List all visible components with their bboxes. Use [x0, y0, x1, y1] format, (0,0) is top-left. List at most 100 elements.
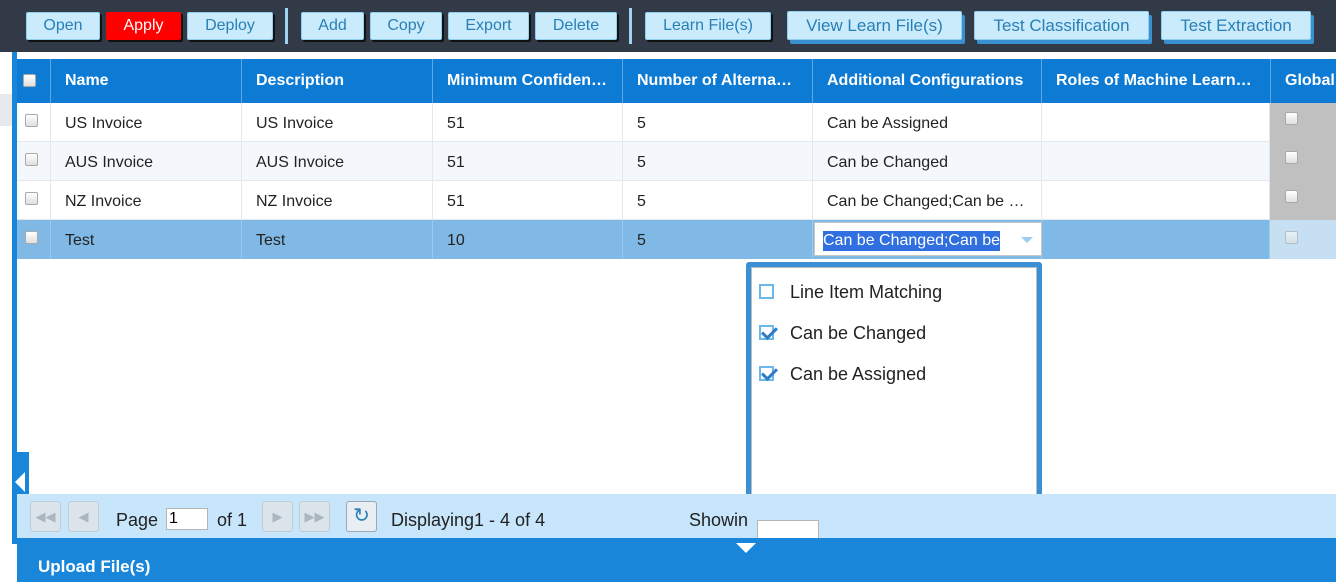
- row-checkbox[interactable]: [25, 153, 38, 166]
- expand-panel-tab[interactable]: [709, 538, 783, 556]
- displaying-status: Displaying1 - 4 of 4: [391, 510, 546, 530]
- checked-checkbox-icon[interactable]: [759, 366, 774, 381]
- column-header-description[interactable]: Description: [242, 59, 433, 103]
- export-button[interactable]: Export: [448, 12, 529, 40]
- next-page-icon[interactable]: ▶: [262, 501, 293, 532]
- option-label: Can be Changed: [790, 323, 927, 343]
- collapse-left-icon: [15, 472, 25, 492]
- row-select-cell: [17, 103, 51, 142]
- upload-files-title: Upload File(s): [38, 557, 151, 576]
- paging-toolbar: ◀◀ ◀ Page of 1 ▶ ▶▶ ↻ Displaying1 - 4 of…: [17, 494, 1336, 538]
- last-page-icon[interactable]: ▶▶: [299, 501, 330, 532]
- cell-roles[interactable]: [1042, 181, 1270, 220]
- table-row[interactable]: US Invoice US Invoice 51 5 Can be Assign…: [17, 103, 1336, 142]
- cell-additional-configurations[interactable]: Can be Changed;Can be …: [813, 181, 1042, 220]
- apply-button[interactable]: Apply: [106, 12, 181, 40]
- cell-global: [1270, 181, 1336, 220]
- cell-description[interactable]: Test: [242, 220, 433, 259]
- grid-header: Name Description Minimum Confiden… Numbe…: [17, 59, 1336, 103]
- cell-global: [1270, 142, 1336, 181]
- cell-minimum-confidence[interactable]: 51: [433, 181, 623, 220]
- option-label: Line Item Matching: [790, 282, 943, 302]
- cell-name[interactable]: AUS Invoice: [51, 142, 242, 181]
- toolbar-separator: [629, 8, 632, 44]
- additional-configurations-dropdown: Line Item Matching Can be Changed Can be…: [746, 262, 1042, 530]
- dropdown-list: Line Item Matching Can be Changed Can be…: [751, 267, 1037, 525]
- column-header-minimum-confidence[interactable]: Minimum Confiden…: [433, 59, 623, 103]
- chevron-down-icon: [736, 543, 756, 553]
- column-header-additional-configurations[interactable]: Additional Configurations: [813, 59, 1042, 103]
- editor-selected-text[interactable]: Can be Changed;Can be: [823, 231, 1001, 251]
- row-checkbox[interactable]: [25, 114, 38, 127]
- column-header-name[interactable]: Name: [51, 59, 242, 103]
- cell-additional-configurations[interactable]: Can be Assigned: [813, 103, 1042, 142]
- toolbar-separator: [285, 8, 288, 44]
- unchecked-checkbox-icon[interactable]: [759, 284, 774, 299]
- row-checkbox[interactable]: [25, 192, 38, 205]
- cell-name[interactable]: Test: [51, 220, 242, 259]
- page-label: Page: [116, 510, 159, 530]
- global-checkbox[interactable]: [1285, 151, 1298, 164]
- global-checkbox[interactable]: [1285, 231, 1298, 244]
- learn-files-button[interactable]: Learn File(s): [645, 12, 771, 40]
- row-select-cell: [17, 142, 51, 181]
- cell-minimum-confidence[interactable]: 10: [433, 220, 623, 259]
- table-row[interactable]: AUS Invoice AUS Invoice 51 5 Can be Chan…: [17, 142, 1336, 181]
- table-row[interactable]: NZ Invoice NZ Invoice 51 5 Can be Change…: [17, 181, 1336, 220]
- option-can-be-assigned[interactable]: Can be Assigned: [752, 356, 1032, 396]
- row-select-cell: [17, 220, 51, 259]
- cell-minimum-confidence[interactable]: 51: [433, 103, 623, 142]
- page-size-select[interactable]: [757, 520, 819, 538]
- open-button[interactable]: Open: [26, 12, 100, 40]
- additional-configurations-editor[interactable]: Can be Changed;Can be: [814, 222, 1042, 256]
- view-learn-files-button[interactable]: View Learn File(s): [787, 11, 962, 40]
- row-checkbox[interactable]: [25, 231, 38, 244]
- global-checkbox[interactable]: [1285, 112, 1298, 125]
- cell-roles[interactable]: [1042, 103, 1270, 142]
- deploy-button[interactable]: Deploy: [187, 12, 273, 40]
- cell-minimum-confidence[interactable]: 51: [433, 142, 623, 181]
- first-page-icon[interactable]: ◀◀: [30, 501, 61, 532]
- column-header-global[interactable]: Global: [1271, 59, 1336, 103]
- previous-page-icon[interactable]: ◀: [68, 501, 99, 532]
- test-extraction-button[interactable]: Test Extraction: [1161, 11, 1311, 40]
- cell-name[interactable]: NZ Invoice: [51, 181, 242, 220]
- cell-global: [1270, 220, 1336, 259]
- cell-number-of-alternatives[interactable]: 5: [623, 103, 813, 142]
- cell-description[interactable]: NZ Invoice: [242, 181, 433, 220]
- row-select-cell: [17, 181, 51, 220]
- copy-button[interactable]: Copy: [370, 12, 442, 40]
- upload-panel-header[interactable]: Upload File(s): [17, 538, 1336, 582]
- showing-label: Showin: [689, 510, 749, 530]
- checked-checkbox-icon[interactable]: [759, 325, 774, 340]
- cell-global: [1270, 103, 1336, 142]
- cell-description[interactable]: AUS Invoice: [242, 142, 433, 181]
- option-line-item-matching[interactable]: Line Item Matching: [752, 274, 1032, 314]
- cell-roles[interactable]: [1042, 142, 1270, 181]
- option-can-be-changed[interactable]: Can be Changed: [752, 315, 1032, 355]
- refresh-icon[interactable]: ↻: [346, 501, 377, 532]
- cell-name[interactable]: US Invoice: [51, 103, 242, 142]
- column-header-roles[interactable]: Roles of Machine Learn…: [1042, 59, 1271, 103]
- page-count-label: of 1: [217, 510, 248, 530]
- left-strip-marker: [0, 94, 12, 126]
- table-row-selected[interactable]: Test Test 10 5: [17, 220, 1336, 259]
- select-all-checkbox[interactable]: [23, 74, 36, 87]
- cell-roles[interactable]: [1042, 220, 1270, 259]
- header-select-all-cell: [17, 59, 51, 103]
- delete-button[interactable]: Delete: [535, 12, 617, 40]
- cell-description[interactable]: US Invoice: [242, 103, 433, 142]
- page-number-input[interactable]: [166, 508, 208, 530]
- column-header-number-of-alternatives[interactable]: Number of Alterna…: [623, 59, 813, 103]
- toolbar: Open Apply Deploy Add Copy Export Delete…: [0, 0, 1336, 52]
- cell-additional-configurations[interactable]: Can be Changed: [813, 142, 1042, 181]
- cell-number-of-alternatives[interactable]: 5: [623, 181, 813, 220]
- cell-number-of-alternatives[interactable]: 5: [623, 142, 813, 181]
- test-classification-button[interactable]: Test Classification: [974, 11, 1149, 40]
- option-label: Can be Assigned: [790, 364, 927, 384]
- add-button[interactable]: Add: [301, 12, 364, 40]
- global-checkbox[interactable]: [1285, 190, 1298, 203]
- cell-number-of-alternatives[interactable]: 5: [623, 220, 813, 259]
- dropdown-arrow-icon[interactable]: [1021, 237, 1033, 243]
- left-strip: [0, 52, 12, 582]
